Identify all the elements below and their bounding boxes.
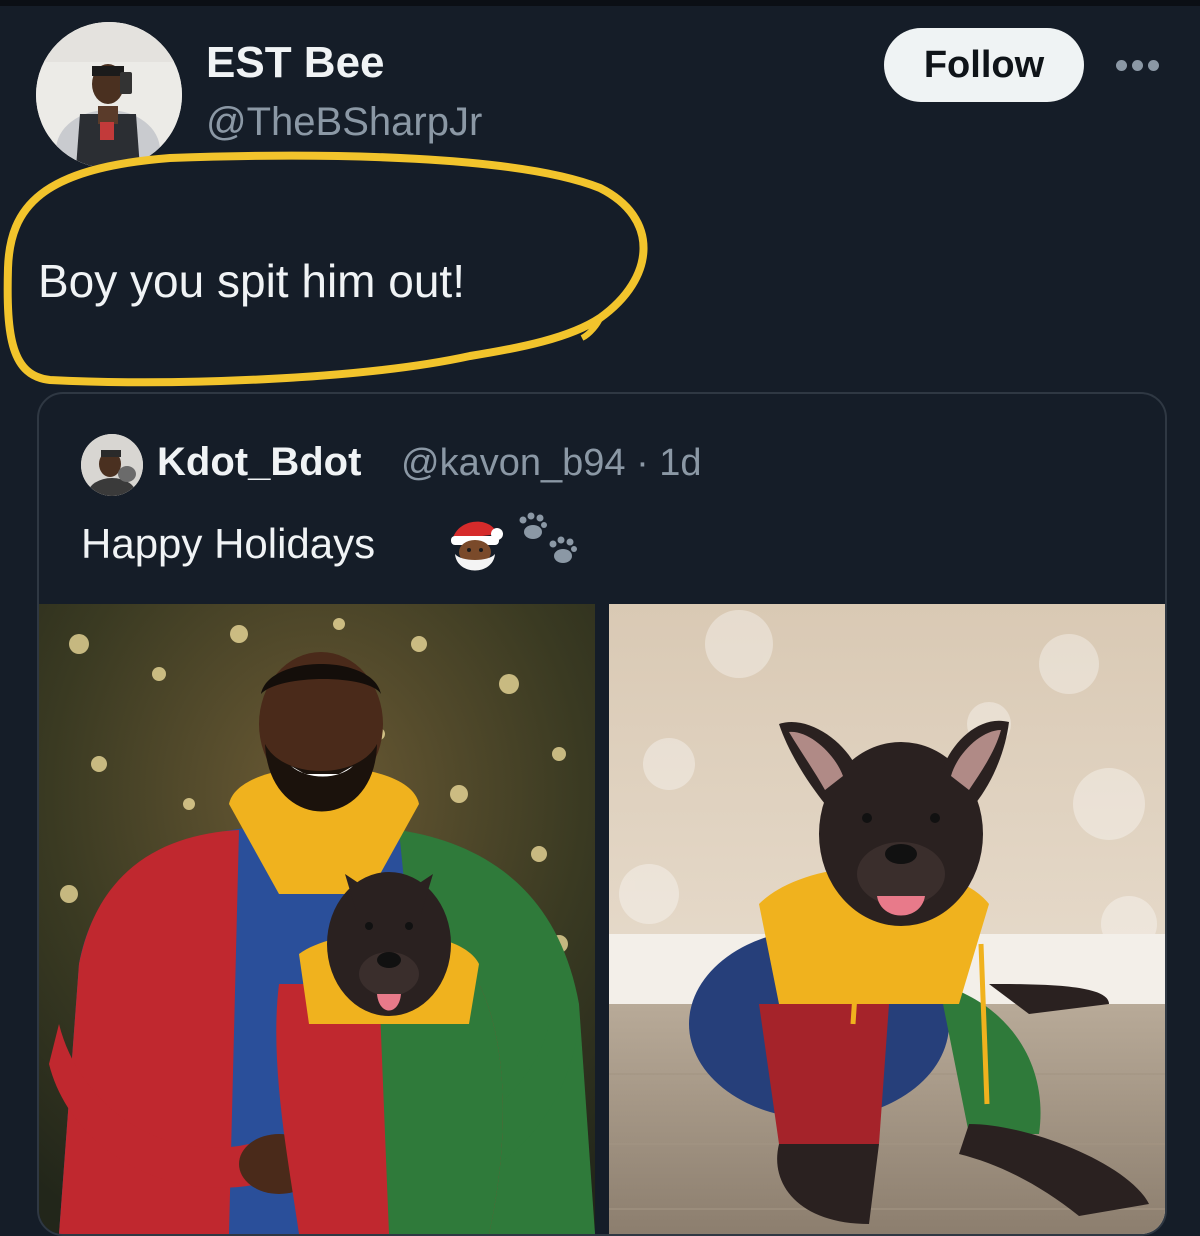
paw-prints-emoji <box>519 512 577 563</box>
man-with-dog-holiday-photo[interactable] <box>39 604 595 1234</box>
santa-emoji <box>451 521 503 571</box>
author-handle[interactable]: @TheBSharpJr <box>206 100 482 145</box>
post-text: Boy you spit him out! <box>38 255 465 307</box>
follow-button[interactable]: Follow <box>884 28 1084 102</box>
author-display-name[interactable]: EST Bee <box>206 38 385 88</box>
quoted-post-card[interactable]: Kdot_Bdot @kavon_b94 · 1d Happy Holidays <box>37 392 1167 1236</box>
top-divider <box>0 0 1200 6</box>
more-dots-icon[interactable] <box>1112 58 1164 74</box>
quoted-author-avatar[interactable] <box>81 434 143 496</box>
dog-in-hoodie-photo[interactable] <box>609 604 1165 1234</box>
quoted-author-name[interactable]: Kdot_Bdot <box>157 440 361 485</box>
author-avatar[interactable] <box>36 22 182 168</box>
quoted-post-text: Happy Holidays <box>81 520 376 567</box>
quoted-author-handle-time[interactable]: @kavon_b94 · 1d <box>401 442 702 485</box>
